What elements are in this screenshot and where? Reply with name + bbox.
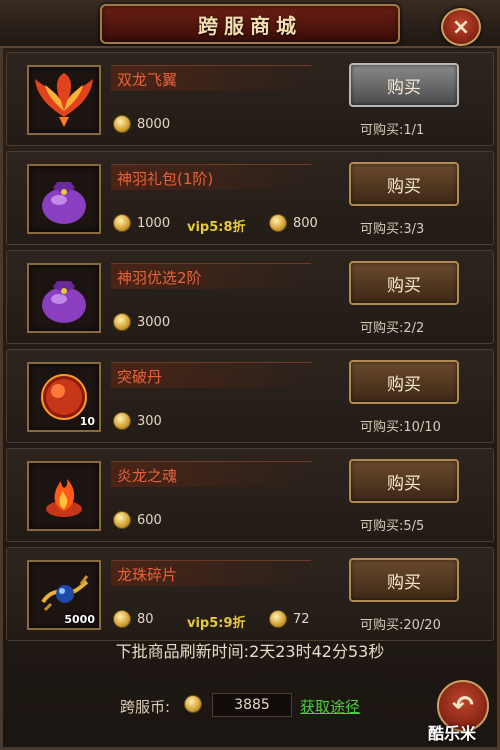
list-item: 双龙飞翼 8000 购买 可购买:1/1 — [6, 52, 494, 146]
purchase-limit: 可购买:3/3 — [360, 222, 425, 237]
buy-label: 购买 — [387, 374, 421, 395]
close-icon: × — [451, 14, 471, 40]
item-price: 80 — [137, 612, 154, 627]
item-slot[interactable]: 10 — [27, 362, 101, 432]
coin-icon — [113, 214, 131, 232]
purchase-limit: 可购买:1/1 — [360, 123, 425, 138]
title-bar: 跨服商城 × — [0, 0, 500, 48]
buy-label: 购买 — [387, 473, 421, 494]
title-plaque: 跨服商城 — [100, 4, 400, 44]
purchase-limit: 可购买:5/5 — [360, 519, 425, 534]
list-item: 神羽优选2阶 3000 购买 可购买:2/2 — [6, 250, 494, 344]
list-item: 炎龙之魂 600 购买 可购买:5/5 — [6, 448, 494, 542]
item-name-bar: 炎龙之魂 — [111, 461, 311, 487]
item-name-bar: 神羽礼包(1阶) — [111, 164, 311, 190]
buy-button[interactable]: 购买 — [349, 162, 459, 206]
item-slot[interactable]: 5000 — [27, 560, 101, 630]
vip-price: 72 — [293, 612, 310, 627]
item-price: 1000 — [137, 216, 171, 231]
purchase-limit: 可购买:10/10 — [360, 420, 441, 435]
buy-button[interactable]: 购买 — [349, 558, 459, 602]
purple-bag-icon — [42, 281, 86, 323]
item-name: 炎龙之魂 — [117, 467, 178, 485]
item-name: 双龙飞翼 — [117, 71, 178, 89]
coin-icon — [113, 313, 131, 331]
item-price: 300 — [137, 414, 162, 429]
buy-label: 购买 — [387, 572, 421, 593]
buy-button[interactable]: 购买 — [349, 459, 459, 503]
refresh-timer: 下批商品刷新时间:2天23时42分53秒 — [115, 642, 385, 661]
buy-button[interactable]: 购买 — [349, 360, 459, 404]
watermark: 酷乐米 — [428, 724, 477, 743]
item-slot[interactable] — [27, 263, 101, 333]
vip-discount: vip5:9折 — [187, 616, 246, 631]
purchase-limit: 可购买:20/20 — [360, 618, 441, 633]
coin-icon — [113, 412, 131, 430]
list-item: 10 突破丹 300 购买 可购买:10/10 — [6, 349, 494, 443]
item-price: 8000 — [137, 117, 171, 132]
close-button[interactable]: × — [441, 8, 481, 46]
purple-bag-icon — [42, 182, 86, 224]
item-price: 3000 — [137, 315, 171, 330]
item-name-bar: 龙珠碎片 — [111, 560, 311, 586]
item-name: 龙珠碎片 — [117, 566, 178, 584]
item-slot[interactable] — [27, 164, 101, 234]
list-item: 神羽礼包(1阶) 1000 vip5:8折 800 购买 可购买:3/3 — [6, 151, 494, 245]
buy-label: 购买 — [387, 77, 421, 98]
buy-button[interactable]: 购买 — [349, 261, 459, 305]
currency-label: 跨服币: — [120, 698, 171, 716]
coin-icon — [269, 214, 287, 232]
coin-icon — [113, 511, 131, 529]
item-name: 突破丹 — [117, 368, 163, 386]
item-slot[interactable] — [27, 461, 101, 531]
currency-value: 3885 — [212, 693, 292, 717]
item-name-bar: 神羽优选2阶 — [111, 263, 311, 289]
buy-label: 购买 — [387, 176, 421, 197]
item-price: 600 — [137, 513, 162, 528]
buy-label: 购买 — [387, 275, 421, 296]
purchase-limit: 可购买:2/2 — [360, 321, 425, 336]
item-slot[interactable] — [27, 65, 101, 135]
item-name: 神羽优选2阶 — [117, 269, 202, 287]
item-name-bar: 突破丹 — [111, 362, 311, 388]
item-quantity: 10 — [79, 415, 95, 428]
coin-icon — [269, 610, 287, 628]
vip-price: 800 — [293, 216, 318, 231]
item-name-bar: 双龙飞翼 — [111, 65, 311, 91]
phoenix-wings-icon — [35, 73, 93, 127]
back-icon: ↶ — [452, 691, 474, 721]
item-name: 神羽礼包(1阶) — [117, 170, 214, 188]
vip-discount: vip5:8折 — [187, 220, 246, 235]
flame-soul-icon — [46, 479, 82, 517]
buy-button[interactable]: 购买 — [349, 63, 459, 107]
item-quantity: 5000 — [64, 613, 95, 626]
get-currency-link[interactable]: 获取途径 — [300, 696, 360, 717]
coin-icon — [113, 115, 131, 133]
page-title: 跨服商城 — [198, 13, 302, 38]
coin-icon — [184, 695, 202, 713]
coin-icon — [113, 610, 131, 628]
list-item: 5000 龙珠碎片 80 vip5:9折 72 购买 可购买:20/20 — [6, 547, 494, 641]
